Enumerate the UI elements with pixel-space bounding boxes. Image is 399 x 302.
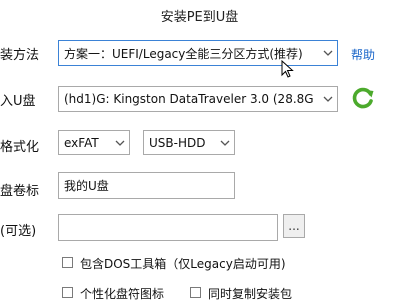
install-method-label: 装方法 bbox=[0, 48, 40, 63]
chevron-down-icon bbox=[220, 140, 230, 146]
optional-path-input[interactable] bbox=[58, 214, 278, 241]
window-title: 安装PE到U盘 bbox=[160, 10, 239, 25]
target-drive-label: 入U盘 bbox=[0, 94, 36, 109]
copy-installer-checkbox[interactable] bbox=[190, 287, 201, 298]
volume-label-label: 盘卷标 bbox=[0, 184, 40, 199]
boot-mode-value: USB-HDD bbox=[149, 135, 206, 150]
chevron-down-icon bbox=[115, 140, 125, 146]
chevron-down-icon bbox=[323, 96, 333, 102]
help-link[interactable]: 帮助 bbox=[351, 46, 375, 63]
target-drive-value: (hd1)G: Kingston DataTraveler 3.0 (28.8G bbox=[64, 92, 314, 106]
dos-tools-checkbox[interactable] bbox=[62, 257, 73, 268]
volume-label-value: 我的U盘 bbox=[64, 179, 109, 193]
filesystem-select[interactable]: exFAT bbox=[58, 130, 130, 155]
boot-mode-select[interactable]: USB-HDD bbox=[143, 130, 235, 155]
custom-icon-checkbox[interactable] bbox=[62, 287, 73, 298]
optional-label: (可选) bbox=[0, 224, 37, 239]
custom-icon-label: 个性化盘符图标 bbox=[80, 287, 165, 301]
target-drive-select[interactable]: (hd1)G: Kingston DataTraveler 3.0 (28.8G bbox=[58, 86, 338, 112]
install-method-value: 方案一：UEFI/Legacy全能三分区方式(推荐) bbox=[64, 46, 303, 61]
browse-button[interactable]: ... bbox=[283, 214, 305, 238]
filesystem-value: exFAT bbox=[64, 135, 99, 150]
install-method-select[interactable]: 方案一：UEFI/Legacy全能三分区方式(推荐) bbox=[58, 40, 338, 66]
mouse-cursor-icon bbox=[281, 60, 294, 78]
refresh-icon[interactable] bbox=[350, 85, 376, 111]
format-label: 格式化 bbox=[0, 140, 40, 155]
copy-installer-label: 同时复制安装包 bbox=[208, 287, 293, 301]
dos-tools-label: 包含DOS工具箱（仅Legacy启动可用) bbox=[80, 257, 286, 271]
chevron-down-icon bbox=[323, 50, 333, 56]
volume-label-input[interactable]: 我的U盘 bbox=[58, 172, 235, 199]
